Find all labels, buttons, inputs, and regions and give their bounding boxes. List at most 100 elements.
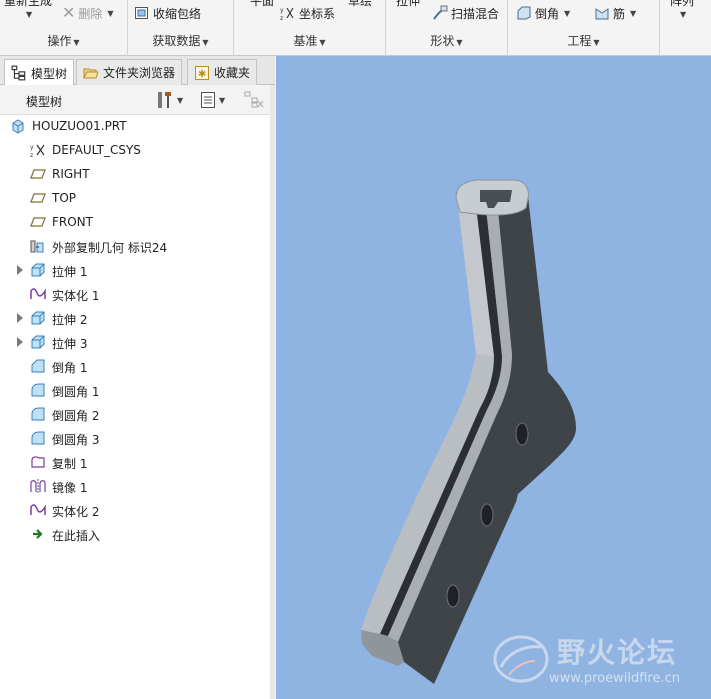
solidify-icon bbox=[30, 288, 46, 299]
panel-splitter[interactable] bbox=[270, 85, 275, 699]
mirror-icon bbox=[30, 479, 46, 493]
tree-item-copy-1[interactable]: 复制 1 bbox=[0, 451, 270, 473]
watermark-url: www.proewildfire.cn bbox=[549, 671, 680, 686]
tree-item-extrude-2[interactable]: 拉伸 2 bbox=[0, 307, 270, 329]
tree-item-solidify-1[interactable]: 实体化 1 bbox=[0, 283, 270, 305]
shrinkwrap-button[interactable]: 收缩包络 bbox=[134, 2, 201, 24]
tree-item-label: 外部复制几何 标识24 bbox=[52, 241, 168, 255]
model-tree-toolbar: 模型树 ▼ ▼ bbox=[0, 85, 270, 115]
part-model-graphic[interactable] bbox=[276, 56, 711, 699]
datum-group-label[interactable]: 基准 ▼ bbox=[234, 32, 385, 49]
tree-item-label: FRONT bbox=[52, 215, 93, 229]
pattern-group: 阵列 ▼ bbox=[660, 0, 711, 56]
tree-item-top-plane[interactable]: TOP bbox=[0, 187, 270, 209]
get-data-group-label[interactable]: 获取数据 ▼ bbox=[128, 32, 233, 49]
tab-model-tree-label: 模型树 bbox=[31, 66, 68, 81]
regenerate-dropdown-icon[interactable]: ▼ bbox=[26, 10, 32, 19]
chevron-down-icon: ▼ bbox=[177, 95, 184, 105]
model-tree-panel: 模型树 ▼ ▼ HOUZUO01.PRT y z DEFAULT_CSYS RI… bbox=[0, 85, 275, 699]
shapes-group-label[interactable]: 形状 ▼ bbox=[386, 32, 507, 49]
show-list-icon bbox=[201, 92, 215, 108]
plane-cut-label[interactable]: 平面 bbox=[250, 0, 274, 9]
tree-item-round-3[interactable]: 倒圆角 3 bbox=[0, 427, 270, 449]
tree-item-default-csys[interactable]: y z DEFAULT_CSYS bbox=[0, 139, 270, 161]
tree-item-round-1[interactable]: 倒圆角 1 bbox=[0, 379, 270, 401]
tree-item-label: 复制 1 bbox=[52, 457, 88, 471]
csys-icon: y z bbox=[30, 144, 45, 158]
csys-button[interactable]: y z 坐标系 bbox=[280, 2, 335, 24]
expand-arrow-icon[interactable] bbox=[17, 265, 23, 275]
datum-label-text: 基准 bbox=[293, 34, 318, 48]
model-tree-icon bbox=[11, 65, 26, 81]
datum-plane-icon bbox=[30, 169, 46, 179]
expand-arrow-icon[interactable] bbox=[17, 313, 23, 323]
svg-text:z: z bbox=[30, 152, 33, 158]
regenerate-cut-label[interactable]: 重新生成 bbox=[4, 0, 52, 9]
get-data-label-text: 获取数据 bbox=[152, 34, 201, 48]
tree-item-external-copy-geometry[interactable]: 外部复制几何 标识24 bbox=[0, 235, 270, 257]
tab-folder-browser[interactable]: 文件夹浏览器 bbox=[76, 59, 183, 85]
operations-label-text: 操作 bbox=[47, 34, 72, 48]
sketch-cut-label[interactable]: 草绘 bbox=[348, 0, 372, 9]
tree-item-label: 在此插入 bbox=[52, 529, 101, 543]
folder-icon bbox=[83, 68, 99, 78]
sweep-blend-icon bbox=[433, 5, 448, 20]
graphics-viewport[interactable]: 野火论坛 www.proewildfire.cn bbox=[276, 56, 711, 699]
chamfer-button[interactable]: 倒角 ▼ bbox=[516, 2, 570, 24]
navigator-tabs: 模型树 文件夹浏览器 ✱ 收藏夹 bbox=[0, 56, 275, 86]
model-tree-header: 模型树 bbox=[26, 95, 63, 109]
svg-text:z: z bbox=[280, 15, 283, 21]
favorites-icon: ✱ bbox=[195, 65, 209, 80]
chevron-down-icon: ▼ bbox=[202, 38, 209, 47]
chevron-down-icon: ▼ bbox=[593, 38, 600, 47]
tree-settings-button[interactable]: ▼ bbox=[156, 91, 183, 109]
chamfer-dropdown-icon: ▼ bbox=[564, 8, 571, 18]
tree-item-mirror-1[interactable]: 镜像 1 bbox=[0, 475, 270, 497]
tree-filter-icon[interactable] bbox=[244, 91, 264, 109]
datum-plane-icon bbox=[30, 217, 46, 227]
svg-text:y: y bbox=[280, 7, 284, 14]
chevron-down-icon: ▼ bbox=[219, 95, 226, 105]
tree-item-round-2[interactable]: 倒圆角 2 bbox=[0, 403, 270, 425]
part-hole-3 bbox=[446, 584, 460, 608]
tree-item-label: 拉伸 1 bbox=[52, 265, 88, 279]
copy-icon bbox=[31, 456, 45, 468]
tree-show-button[interactable]: ▼ bbox=[200, 91, 225, 109]
external-copy-geometry-icon bbox=[30, 240, 44, 253]
chamfer-label: 倒角 bbox=[535, 6, 560, 21]
tree-item-label: 拉伸 3 bbox=[52, 337, 88, 351]
tree-item-extrude-3[interactable]: 拉伸 3 bbox=[0, 331, 270, 353]
tree-item-insert-here[interactable]: 在此插入 bbox=[0, 523, 270, 545]
expand-arrow-icon[interactable] bbox=[17, 337, 23, 347]
operations-group-label[interactable]: 操作 ▼ bbox=[0, 32, 127, 49]
engineering-group-label[interactable]: 工程 ▼ bbox=[508, 32, 659, 49]
pattern-dropdown-icon[interactable]: ▼ bbox=[680, 10, 686, 19]
tab-model-tree[interactable]: 模型树 bbox=[4, 59, 75, 86]
chevron-down-icon: ▼ bbox=[319, 38, 326, 47]
tree-item-chamfer-1[interactable]: 倒角 1 bbox=[0, 355, 270, 377]
tree-item-extrude-1[interactable]: 拉伸 1 bbox=[0, 259, 270, 281]
extrude-cut-label[interactable]: 拉伸 bbox=[396, 0, 420, 9]
tree-item-label: 倒圆角 2 bbox=[52, 409, 100, 423]
firebird-logo-icon bbox=[493, 635, 549, 683]
part-hole-1 bbox=[515, 422, 529, 446]
chamfer-icon bbox=[31, 359, 45, 373]
tab-favorites[interactable]: ✱ 收藏夹 bbox=[187, 59, 258, 85]
watermark: 野火论坛 www.proewildfire.cn bbox=[487, 627, 697, 693]
round-icon bbox=[31, 407, 45, 421]
delete-label: 删除 bbox=[78, 6, 103, 21]
pattern-cut-label[interactable]: 阵列 bbox=[670, 0, 694, 9]
tree-item-label: 实体化 2 bbox=[52, 505, 100, 519]
tree-item-right-plane[interactable]: RIGHT bbox=[0, 163, 270, 185]
sweep-blend-button[interactable]: 扫描混合 bbox=[432, 2, 499, 24]
insert-here-arrow-icon bbox=[33, 529, 43, 539]
rib-button[interactable]: 筋 ▼ bbox=[594, 2, 636, 24]
tree-item-label: 倒圆角 3 bbox=[52, 433, 100, 447]
tree-item-front-plane[interactable]: FRONT bbox=[0, 211, 270, 233]
delete-button[interactable]: ✕ 删除 ▼ bbox=[62, 2, 114, 24]
round-icon bbox=[31, 431, 45, 445]
tree-item-label: 倒角 1 bbox=[52, 361, 88, 375]
tree-item-part[interactable]: HOUZUO01.PRT bbox=[0, 115, 270, 137]
chevron-down-icon: ▼ bbox=[73, 38, 80, 47]
tree-item-solidify-2[interactable]: 实体化 2 bbox=[0, 499, 270, 521]
